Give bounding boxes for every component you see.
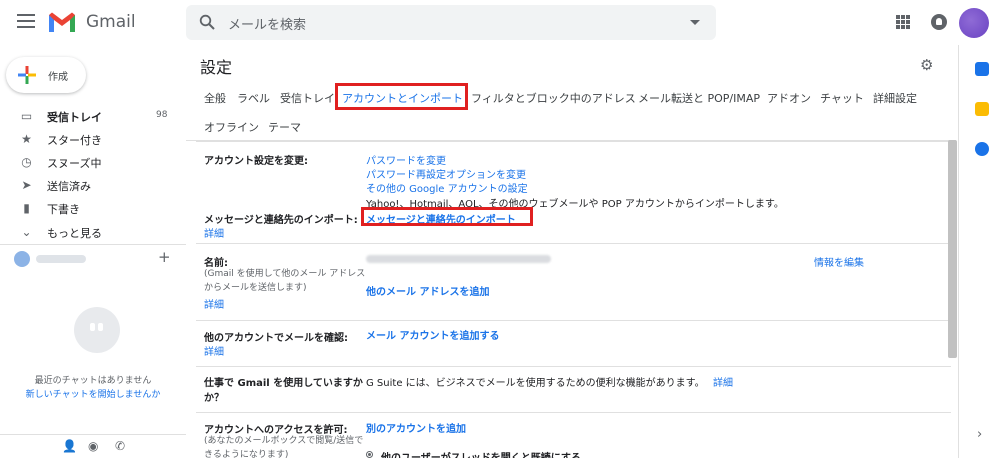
setting-sublabel: からメールを送信します) bbox=[204, 283, 307, 293]
redacted-email bbox=[366, 255, 551, 263]
change-recovery-link[interactable]: パスワード再設定オプションを変更 bbox=[366, 166, 526, 181]
tab-offline[interactable]: オフライン bbox=[204, 119, 259, 135]
page-title: 設定 bbox=[200, 58, 233, 77]
top-bar: Gmail メールを検索 bbox=[0, 0, 1000, 45]
setting-label: 他のアカウントでメールを確認: bbox=[204, 333, 348, 344]
gmail-logo[interactable] bbox=[48, 11, 76, 33]
hangouts-icon[interactable]: ◉ bbox=[88, 439, 98, 453]
sidebar-item-label: 送信済み bbox=[47, 180, 91, 193]
gear-icon[interactable]: ⚙ bbox=[920, 56, 933, 74]
mark-read-label: 他のユーザーがスレッドを開くと既読にする bbox=[381, 449, 581, 458]
keep-icon[interactable] bbox=[975, 102, 989, 116]
main-menu-icon[interactable] bbox=[17, 14, 35, 28]
add-chat-icon[interactable]: + bbox=[158, 248, 171, 266]
check-mail-detail-link[interactable]: 詳細 bbox=[204, 343, 224, 358]
settings-row-access: アカウントへのアクセスを許可: (あなたのメールボックスで閲覧/送信で きるよう… bbox=[196, 412, 951, 458]
settings-row-gsuite: 仕事で Gmail を使用していますか か？ G Suite には、ビジネスでメ… bbox=[196, 366, 951, 412]
tab-filters[interactable]: フィルタとブロック中のアドレス bbox=[471, 90, 636, 106]
setting-label: 仕事で Gmail を使用していますか bbox=[204, 378, 363, 389]
sidebar-item-label: 受信トレイ bbox=[47, 111, 102, 124]
sidebar: 作成 ▭ 受信トレイ 98 ★ スター付き ◷ スヌーズ中 ➤ 送信済み ▮ 下… bbox=[0, 45, 186, 458]
setting-sublabel: きるようになります) bbox=[204, 450, 289, 458]
tab-chat[interactable]: チャット bbox=[820, 90, 864, 106]
avatar bbox=[14, 251, 30, 267]
tab-general[interactable]: 全般 bbox=[204, 90, 226, 106]
expand-panel-icon[interactable]: › bbox=[977, 427, 982, 442]
settings-row-name: 名前: (Gmail を使用して他のメール アドレス からメールを送信します) … bbox=[196, 243, 951, 320]
add-mail-account-link[interactable]: メール アカウントを追加する bbox=[366, 327, 499, 342]
tab-forwarding[interactable]: メール転送と POP/IMAP bbox=[638, 90, 760, 106]
start-new-chat-link[interactable]: 新しいチャットを開始しませんか bbox=[0, 387, 186, 400]
sidebar-item-sent[interactable]: ➤ 送信済み bbox=[0, 174, 186, 197]
add-email-address-link[interactable]: 他のメール アドレスを追加 bbox=[366, 283, 489, 298]
star-icon: ★ bbox=[21, 132, 32, 146]
sidebar-item-label: もっと見る bbox=[47, 227, 102, 240]
chevron-down-icon: ⌄ bbox=[21, 225, 32, 239]
tab-themes[interactable]: テーマ bbox=[268, 119, 301, 135]
tab-advanced[interactable]: 詳細設定 bbox=[873, 90, 917, 106]
apps-grid-icon[interactable] bbox=[896, 15, 910, 29]
compose-button[interactable]: 作成 bbox=[6, 57, 86, 93]
sidebar-item-snoozed[interactable]: ◷ スヌーズ中 bbox=[0, 151, 186, 174]
settings-panel: 設定 ⚙ 全般 ラベル 受信トレイ アカウントとインポート フィルタとブロック中… bbox=[186, 45, 956, 458]
setting-label: メッセージと連絡先のインポート: bbox=[204, 215, 358, 226]
no-chats-text: 最近のチャットはありません bbox=[34, 376, 152, 386]
search-icon[interactable] bbox=[199, 14, 215, 30]
change-password-link[interactable]: パスワードを変更 bbox=[366, 152, 446, 167]
compose-label: 作成 bbox=[48, 72, 68, 83]
gsuite-detail-link[interactable]: 詳細 bbox=[713, 374, 733, 389]
sidebar-item-label: スヌーズ中 bbox=[47, 157, 102, 170]
settings-row-check-mail: 他のアカウントでメールを確認: 詳細 メール アカウントを追加する bbox=[196, 320, 951, 366]
search-input[interactable]: メールを検索 bbox=[228, 14, 306, 33]
tasks-icon[interactable] bbox=[975, 142, 989, 156]
app-brand[interactable]: Gmail bbox=[86, 12, 136, 32]
person-icon[interactable]: 👤 bbox=[62, 439, 77, 453]
unread-count: 98 bbox=[156, 110, 168, 120]
highlight-box bbox=[335, 83, 468, 110]
hangouts-user-name-redacted bbox=[36, 255, 86, 263]
highlight-box bbox=[361, 207, 533, 226]
tab-labels[interactable]: ラベル bbox=[237, 90, 270, 106]
sidebar-item-starred[interactable]: ★ スター付き bbox=[0, 128, 186, 151]
name-detail-link[interactable]: 詳細 bbox=[204, 296, 224, 311]
sidebar-item-label: スター付き bbox=[47, 134, 102, 147]
calendar-icon[interactable] bbox=[975, 62, 989, 76]
mark-read-radio[interactable] bbox=[366, 451, 373, 458]
edit-info-link[interactable]: 情報を編集 bbox=[814, 254, 864, 269]
gsuite-text: G Suite には、ビジネスでメールを使用するための便利な機能があります。 bbox=[366, 378, 705, 389]
search-bar[interactable]: メールを検索 bbox=[186, 5, 716, 40]
inbox-icon: ▭ bbox=[20, 109, 33, 123]
settings-row-change-account: アカウント設定を変更: パスワードを変更 パスワード再設定オプションを変更 その… bbox=[196, 141, 951, 210]
divider bbox=[0, 244, 186, 245]
search-options-icon[interactable] bbox=[690, 20, 700, 25]
add-another-account-link[interactable]: 別のアカウントを追加 bbox=[366, 420, 466, 435]
import-detail-link[interactable]: 詳細 bbox=[204, 225, 224, 240]
sidebar-item-inbox[interactable]: ▭ 受信トレイ 98 bbox=[0, 105, 186, 128]
setting-sublabel: (あなたのメールボックスで閲覧/送信で bbox=[204, 436, 364, 446]
account-avatar[interactable] bbox=[959, 8, 989, 38]
setting-label: アカウント設定を変更: bbox=[204, 156, 308, 167]
notifications-icon[interactable] bbox=[931, 14, 947, 30]
hangouts-bubble-icon bbox=[74, 307, 120, 353]
hangouts-user[interactable] bbox=[14, 251, 144, 267]
draft-icon: ▮ bbox=[23, 201, 30, 215]
other-google-settings-link[interactable]: その他の Google アカウントの設定 bbox=[366, 180, 528, 195]
clock-icon: ◷ bbox=[21, 155, 32, 169]
send-icon: ➤ bbox=[21, 178, 32, 192]
tab-addons[interactable]: アドオン bbox=[767, 90, 811, 106]
tab-inbox[interactable]: 受信トレイ bbox=[280, 90, 335, 106]
setting-label: か？ bbox=[204, 393, 224, 404]
side-panel: › bbox=[958, 45, 1000, 458]
sidebar-item-more[interactable]: ⌄ もっと見る bbox=[0, 221, 186, 244]
phone-icon[interactable]: ✆ bbox=[115, 439, 125, 453]
sidebar-item-label: 下書き bbox=[47, 203, 80, 216]
sidebar-item-drafts[interactable]: ▮ 下書き bbox=[0, 197, 186, 220]
hangouts-footer: 👤 ◉ ✆ bbox=[0, 434, 186, 458]
settings-tabs: 全般 ラベル 受信トレイ アカウントとインポート フィルタとブロック中のアドレス… bbox=[186, 87, 956, 141]
plus-icon bbox=[18, 66, 36, 84]
scrollbar[interactable] bbox=[948, 140, 957, 358]
settings-row-import: メッセージと連絡先のインポート: 詳細 メッセージと連絡先のインポート bbox=[196, 207, 951, 243]
setting-sublabel: (Gmail を使用して他のメール アドレス bbox=[204, 269, 366, 279]
